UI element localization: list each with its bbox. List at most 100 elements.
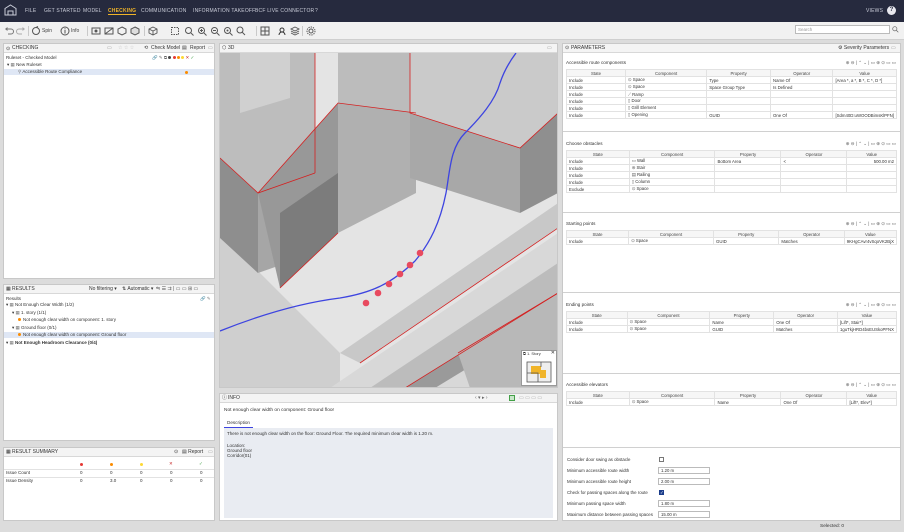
copy-icon[interactable]: ⧉ (164, 55, 167, 60)
column-header[interactable]: Operator (778, 230, 845, 238)
column-header[interactable]: Value (846, 150, 897, 158)
zoom-selected-icon[interactable] (223, 26, 233, 36)
column-header[interactable]: State (566, 391, 630, 399)
column-header[interactable]: Component (628, 391, 716, 399)
section-toolbar-icons[interactable]: ⊕ ⊖ | ⌃ ⌄ | ▭ ⊕ ⊙ ▭ ▭ (846, 382, 896, 388)
issue-marker[interactable] (362, 299, 370, 307)
column-header[interactable]: Operator (780, 391, 848, 399)
report-button[interactable]: Report (190, 44, 205, 53)
menu-bcf-live-connector[interactable]: BCF LIVE CONNECTOR (255, 8, 314, 14)
parameter-row[interactable]: Include ▭ Wall Bottom Area <500.00 m2 (566, 157, 897, 165)
option-checkbox[interactable]: ✓ (659, 490, 664, 495)
column-header[interactable]: Value (846, 391, 897, 399)
option-input[interactable]: 2.00 m (658, 478, 710, 485)
minimap-close-icon[interactable]: ✕ (551, 350, 555, 356)
column-header[interactable]: Property (706, 69, 772, 77)
column-header[interactable]: Component (626, 311, 711, 319)
zoom-extent-icon[interactable] (184, 26, 194, 36)
panel-tools-icon[interactable]: ☆ ☆ ☆ (118, 44, 134, 53)
summary-report-button[interactable]: ▤ Report (182, 448, 203, 457)
issue-marker[interactable] (396, 270, 404, 278)
parameter-row[interactable]: Include ⊙ Space GUID Matches 9KHgCAvr4vSqoVK… (565, 237, 898, 245)
filter-dropdown[interactable]: No filtering ▾ (89, 285, 117, 294)
search-icon[interactable] (892, 26, 899, 33)
parameter-row[interactable]: Include ⟋ Ramp (566, 90, 897, 98)
info-tools[interactable]: ▭ ▭ ▭ ▭ (519, 394, 542, 403)
section-toolbar-icons[interactable]: ⊕ ⊖ | ⌃ ⌄ | ▭ ⊕ ⊙ ▭ ▭ (846, 302, 896, 308)
menu-get-started[interactable]: GET STARTED (44, 8, 81, 14)
settings-icon[interactable] (306, 26, 316, 36)
floor-plan-icon[interactable] (260, 26, 270, 36)
parameter-row[interactable]: Include ▯ Column (566, 178, 897, 186)
info-icon[interactable] (60, 26, 70, 36)
column-header[interactable]: Property (713, 230, 780, 238)
menu-communication[interactable]: COMMUNICATION (141, 8, 187, 14)
link-icon[interactable]: 🔗 (152, 55, 158, 60)
3d-scene[interactable] (220, 53, 558, 388)
status-accepted-icon[interactable] (509, 395, 515, 401)
result-tree-item[interactable]: ▾ ▦ Not Enough Headroom Clearance (0/4) (4, 340, 214, 346)
panel-close-icon[interactable]: ▭ (208, 448, 213, 457)
auto-dropdown[interactable]: ⇅ Automatic ▾ (122, 285, 153, 294)
layers-icon[interactable] (290, 26, 300, 36)
issue-marker[interactable] (385, 280, 393, 288)
column-header[interactable]: Component (624, 69, 708, 77)
zoom-in-icon[interactable] (197, 26, 207, 36)
section-toolbar-icons[interactable]: ⊕ ⊖ | ⌃ ⌄ | ▭ ⊕ ⊙ ▭ ▭ (846, 60, 896, 66)
isolate-icon[interactable] (117, 26, 127, 36)
parameter-row[interactable]: Include ⊙ Space GUID Matches 1guTkjHRD4bsEUS… (566, 325, 897, 333)
option-input[interactable]: 15.00 m (658, 511, 710, 518)
column-header[interactable]: State (566, 69, 626, 77)
column-header[interactable]: Operator (773, 311, 838, 319)
measure-icon[interactable] (236, 26, 246, 36)
section-box-icon[interactable] (170, 26, 180, 36)
menu-information-takeoff[interactable]: INFORMATION TAKEOFF (193, 8, 255, 14)
issue-marker[interactable] (406, 261, 414, 269)
results-tools[interactable]: ⇋ ☰ ⇉ | ▭ ▭ ⊞ ▭ (156, 285, 198, 294)
zoom-out-icon[interactable] (210, 26, 220, 36)
parameter-row[interactable]: Include ▯ Opening GUID One Of [Sdm40D:uWOODB… (566, 111, 897, 119)
chevron-down-icon[interactable]: ▾ (7, 62, 9, 67)
menu-checking[interactable]: CHECKING (108, 8, 137, 15)
info-nav-tools[interactable]: ‹ ▾ ▸ › (475, 394, 488, 403)
tree-item-rule[interactable]: ⚲ Accessible Route Compliance (4, 69, 214, 75)
option-input[interactable]: 1.20 m (658, 467, 710, 474)
visibility-icon[interactable] (91, 26, 101, 36)
spin-icon[interactable] (31, 26, 41, 36)
menu-file[interactable]: FILE (25, 8, 36, 14)
spin-label[interactable]: Spin (42, 25, 52, 37)
column-header[interactable]: Value (837, 311, 897, 319)
parameter-row[interactable]: Include ▤ Railing (566, 171, 897, 179)
column-header[interactable]: Property (709, 311, 775, 319)
parameter-row[interactable]: Include ⊙ Space Name One Of [Lift*, Stair*] (566, 318, 897, 326)
parameter-row[interactable]: Exclude ⊙ Space (566, 185, 897, 193)
column-header[interactable]: Property (714, 150, 782, 158)
column-header[interactable]: Operator (770, 69, 834, 77)
menu-views[interactable]: VIEWS (866, 8, 883, 14)
story-minimap[interactable]: ⧉ 1. Story ✕ (521, 350, 557, 386)
tab-description[interactable]: Description (224, 420, 253, 428)
hide-icon[interactable] (104, 26, 114, 36)
option-input[interactable]: 1.80 m (658, 500, 710, 507)
help-icon[interactable]: ? (887, 6, 896, 15)
column-header[interactable]: State (566, 150, 630, 158)
parameter-row[interactable]: Include ⊙ Space Type Name Of [Area *, a *, B… (566, 76, 897, 84)
column-header[interactable]: Value (832, 69, 897, 77)
column-header[interactable]: Operator (780, 150, 848, 158)
report-icon[interactable]: ▤ (182, 44, 187, 53)
issue-marker[interactable] (374, 289, 382, 297)
result-tree-item[interactable]: Not enough clear width on component: Gro… (4, 332, 214, 338)
search-input[interactable]: Search (795, 25, 890, 34)
parameter-row[interactable]: Include ▯ Grill Element (566, 104, 897, 112)
story-view-icon[interactable] (277, 26, 287, 36)
result-tree-item[interactable]: ▾ ▦ Ground floor (0/1) (4, 325, 214, 331)
column-header[interactable]: State (565, 230, 630, 238)
tree-item-ruleset[interactable]: ▾ ▦ New Ruleset (4, 62, 214, 68)
column-header[interactable]: Component (628, 230, 715, 238)
result-tree-item[interactable]: ▾ ▦ 1. story (1/1) (4, 310, 214, 316)
panel-maximize-icon[interactable]: ▭ (547, 44, 552, 53)
menu-model[interactable]: MODEL (83, 8, 102, 14)
result-tree-item[interactable]: Not enough clear width on component: 1. … (4, 317, 214, 323)
check-model-icon[interactable]: ⟲ (144, 44, 148, 53)
severity-parameters-button[interactable]: ⚙ Severity Parameters (838, 44, 889, 53)
